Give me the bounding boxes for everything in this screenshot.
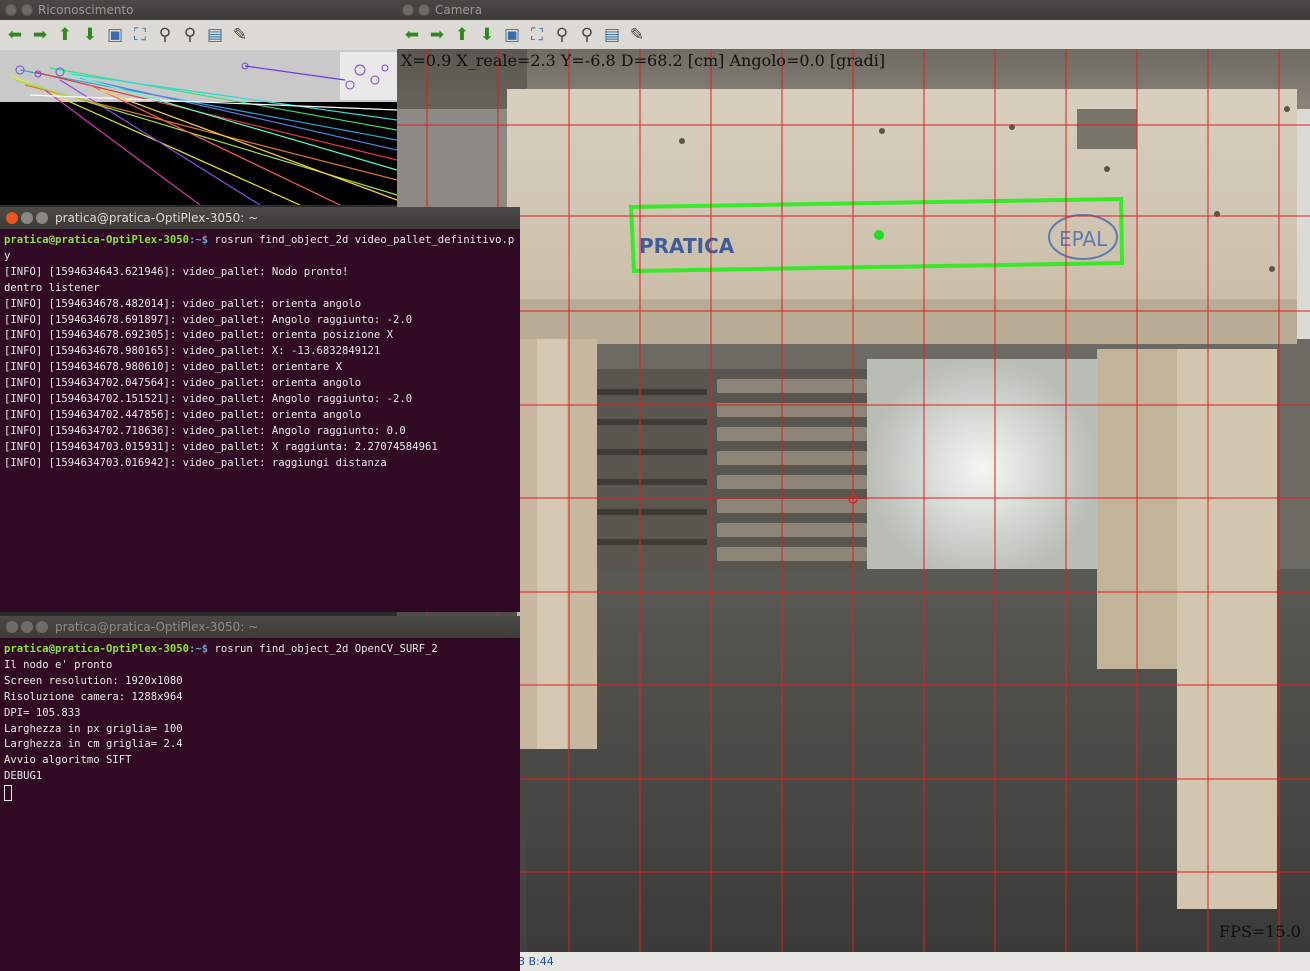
close-icon[interactable] xyxy=(6,212,18,224)
terminal-2-output[interactable]: pratica@pratica-OptiPlex-3050:~$ rosrun … xyxy=(4,642,516,971)
command-line: pratica@pratica-OptiPlex-3050:~$ rosrun … xyxy=(4,643,438,655)
arrow-right-icon[interactable]: ➡ xyxy=(29,24,51,46)
log-line: [INFO] [1594634678.980610]: video_pallet… xyxy=(4,361,343,374)
reco-title: Riconoscimento xyxy=(38,3,134,17)
minimize-icon[interactable] xyxy=(418,4,430,16)
log-line: Risoluzione camera: 1288x964 xyxy=(4,690,183,703)
camera-image: PRATICA EPAL xyxy=(397,49,1310,952)
log-line: Il nodo e' pronto xyxy=(4,658,113,671)
log-line: Larghezza in px griglia= 100 xyxy=(4,722,183,735)
log-line: [INFO] [1594634703.016942]: video_pallet… xyxy=(4,456,387,469)
camera-window: Camera ⬅ ➡ ⬆ ⬇ ▣ ⛶ ⚲ ⚲ ▤ ✎ PRATICA EPAL … xyxy=(397,0,1310,971)
logo-pratica: PRATICA xyxy=(639,234,735,258)
feature-matches-image xyxy=(0,50,397,205)
close-icon[interactable] xyxy=(6,621,18,633)
reco-window: Riconoscimento ⬅ ➡ ⬆ ⬇ ▣ ⛶ ⚲ ⚲ ▤ ✎ xyxy=(0,0,397,205)
brush-icon[interactable]: ✎ xyxy=(626,24,648,46)
reco-toolbar: ⬅ ➡ ⬆ ⬇ ▣ ⛶ ⚲ ⚲ ▤ ✎ xyxy=(0,20,397,50)
close-icon[interactable] xyxy=(402,4,414,16)
terminal-window-1[interactable]: pratica@pratica-OptiPlex-3050: ~ pratica… xyxy=(0,207,520,612)
log-line: [INFO] [1594634678.482014]: video_pallet… xyxy=(4,297,362,310)
brush-icon[interactable]: ✎ xyxy=(229,24,251,46)
save-icon[interactable]: ▤ xyxy=(601,24,623,46)
arrow-left-icon[interactable]: ⬅ xyxy=(4,24,26,46)
log-line: [INFO] [1594634678.691897]: video_pallet… xyxy=(4,313,413,326)
log-line: [INFO] [1594634643.621946]: video_pallet… xyxy=(4,265,349,278)
terminal-2-titlebar: pratica@pratica-OptiPlex-3050: ~ xyxy=(0,616,520,638)
arrow-down-icon[interactable]: ⬇ xyxy=(79,24,101,46)
camera-view: PRATICA EPAL X=0.9 X_reale=2.3 Y=-6.8 D=… xyxy=(397,49,1310,952)
minimize-icon[interactable] xyxy=(21,212,33,224)
coordinates-readout: X=0.9 X_reale=2.3 Y=-6.8 D=68.2 [cm] Ang… xyxy=(401,51,886,70)
zoom-out-icon[interactable]: ⚲ xyxy=(179,24,201,46)
arrow-left-icon[interactable]: ⬅ xyxy=(401,24,423,46)
zoom-out-icon[interactable]: ⚲ xyxy=(576,24,598,46)
camera-toolbar: ⬅ ➡ ⬆ ⬇ ▣ ⛶ ⚲ ⚲ ▤ ✎ xyxy=(397,20,1310,50)
camera-titlebar: Camera xyxy=(397,0,1310,20)
command-line: pratica@pratica-OptiPlex-3050:~$ rosrun … xyxy=(4,234,515,246)
log-line: Larghezza in cm griglia= 2.4 xyxy=(4,738,183,751)
log-line: [INFO] [1594634702.151521]: video_pallet… xyxy=(4,393,413,406)
pixel-info: 3 B:44 xyxy=(518,955,554,968)
log-line: [INFO] [1594634702.047564]: video_pallet… xyxy=(4,377,362,390)
arrow-right-icon[interactable]: ➡ xyxy=(426,24,448,46)
arrow-up-icon[interactable]: ⬆ xyxy=(54,24,76,46)
zoom-in-icon[interactable]: ⚲ xyxy=(551,24,573,46)
camera-title: Camera xyxy=(435,3,483,17)
save-icon[interactable]: ▤ xyxy=(204,24,226,46)
log-line: Screen resolution: 1920x1080 xyxy=(4,674,183,687)
maximize-icon[interactable] xyxy=(36,212,48,224)
log-line: DPI= 105.833 xyxy=(4,706,81,719)
log-line: dentro listener xyxy=(4,281,100,294)
terminal-1-titlebar: pratica@pratica-OptiPlex-3050: ~ xyxy=(0,207,520,229)
log-line: [INFO] [1594634678.692305]: video_pallet… xyxy=(4,329,394,342)
log-line: [INFO] [1594634702.718636]: video_pallet… xyxy=(4,424,406,437)
matches-view xyxy=(0,50,397,205)
fit-icon[interactable]: ⛶ xyxy=(526,24,548,46)
arrow-down-icon[interactable]: ⬇ xyxy=(476,24,498,46)
zoom-in-icon[interactable]: ⚲ xyxy=(154,24,176,46)
camera-statusbar: 3 B:44 xyxy=(397,952,1310,971)
terminal-cursor xyxy=(4,785,12,802)
minimize-icon[interactable] xyxy=(21,4,33,16)
maximize-icon[interactable] xyxy=(36,621,48,633)
log-line: DEBUG1 xyxy=(4,770,43,783)
close-icon[interactable] xyxy=(5,4,17,16)
image-icon[interactable]: ▣ xyxy=(501,24,523,46)
detection-center xyxy=(874,230,884,240)
arrow-up-icon[interactable]: ⬆ xyxy=(451,24,473,46)
log-line: [INFO] [1594634702.447856]: video_pallet… xyxy=(4,408,362,421)
terminal-1-title: pratica@pratica-OptiPlex-3050: ~ xyxy=(55,211,259,225)
log-line: [INFO] [1594634678.980165]: video_pallet… xyxy=(4,345,381,358)
image-icon[interactable]: ▣ xyxy=(104,24,126,46)
log-line: Avvio algoritmo SIFT xyxy=(4,754,132,767)
terminal-1-output[interactable]: pratica@pratica-OptiPlex-3050:~$ rosrun … xyxy=(4,233,516,612)
fps-readout: FPS=15.0 xyxy=(1219,922,1301,941)
fit-icon[interactable]: ⛶ xyxy=(129,24,151,46)
terminal-2-title: pratica@pratica-OptiPlex-3050: ~ xyxy=(55,620,259,634)
minimize-icon[interactable] xyxy=(21,621,33,633)
reco-titlebar: Riconoscimento xyxy=(0,0,397,20)
log-line: [INFO] [1594634703.015931]: video_pallet… xyxy=(4,440,438,453)
terminal-window-2[interactable]: pratica@pratica-OptiPlex-3050: ~ pratica… xyxy=(0,616,520,971)
